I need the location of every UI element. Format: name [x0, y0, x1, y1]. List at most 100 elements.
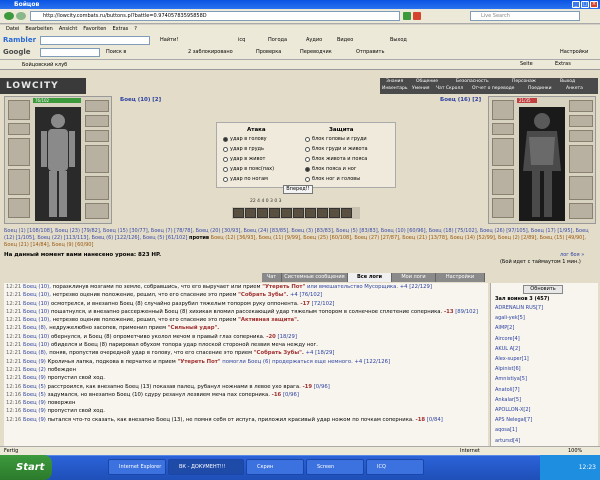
log-b[interactable]: Боец (2) — [23, 367, 46, 373]
naiti-button[interactable]: Найти! — [160, 37, 178, 43]
tab-all-logs[interactable]: Все логи — [348, 273, 392, 282]
user-list-item[interactable]: Alex-super[1] — [495, 356, 529, 362]
user-list-item[interactable]: aqosa[1] — [495, 427, 517, 433]
icq-button[interactable]: icq — [238, 37, 245, 43]
start-button[interactable]: Start — [0, 455, 52, 480]
video-button[interactable]: Видео — [337, 37, 353, 43]
tab-bojcovskij-klub[interactable]: Бойцовский клуб — [22, 62, 67, 68]
log-b[interactable]: Боец (10) — [23, 301, 49, 307]
log-b[interactable]: Боец (10), — [23, 284, 51, 290]
task-icq[interactable]: ICQ — [366, 459, 424, 475]
log-b[interactable]: Боец (10) — [23, 342, 49, 348]
trick-2-icon[interactable] — [245, 208, 256, 218]
defense-option-chest-belly[interactable]: блок груди и живота — [305, 146, 368, 152]
user-list-item[interactable]: Ankalar[5] — [495, 397, 521, 403]
ring-slot-1[interactable] — [85, 100, 109, 112]
player-left-name[interactable]: Боец (10) [2] — [120, 97, 161, 103]
check-button[interactable]: Проверка — [256, 49, 281, 55]
player-right-name[interactable]: Боец (16) [2] — [440, 97, 481, 103]
weapon-slot[interactable] — [8, 138, 30, 166]
battle-log-link[interactable]: лог боя » — [560, 252, 584, 258]
trick-7-icon[interactable] — [305, 208, 316, 218]
nav-umeniya[interactable]: Умения — [412, 86, 429, 91]
weapon-slot[interactable] — [492, 138, 514, 166]
settings-button[interactable]: Настройки — [560, 49, 588, 55]
nav-obshchenie[interactable]: Общение — [416, 79, 438, 84]
log-b[interactable]: Боец (9) — [23, 417, 46, 423]
address-input[interactable]: http://lowcity.combats.ru/buttons.pl?bat… — [30, 11, 400, 21]
ring-slot-1[interactable] — [569, 100, 593, 112]
trick-5-icon[interactable] — [281, 208, 292, 218]
nav-anketa[interactable]: Анкета — [566, 86, 583, 91]
attack-option-belly[interactable]: удар в живот — [223, 156, 265, 162]
defense-option-legs-head[interactable]: блок ног и головы — [305, 176, 360, 182]
user-list-item[interactable]: Anatoli[7] — [495, 387, 520, 393]
log-b[interactable]: Боец (8), — [23, 325, 48, 331]
tab-system[interactable]: Системные сообщения — [282, 273, 348, 282]
refresh-button[interactable]: Обновить — [523, 285, 563, 294]
amulet-slot[interactable] — [8, 123, 30, 135]
trick-3-icon[interactable] — [257, 208, 268, 218]
nav-otchet[interactable]: Отчет о переводе — [472, 86, 514, 91]
log-b[interactable]: Боец (9) — [23, 408, 46, 414]
log-b[interactable]: Боец (9) — [23, 359, 46, 365]
user-list-item[interactable]: ADRENALIN RUS[7] — [495, 305, 543, 311]
log-b[interactable]: Боец (10), — [23, 317, 51, 323]
menu-item-bearbeiten[interactable]: Bearbeiten — [25, 25, 52, 34]
pants-slot[interactable] — [85, 176, 109, 200]
boots-slot[interactable] — [569, 203, 593, 219]
log-b[interactable]: Боец (10) — [23, 334, 49, 340]
google-search-input[interactable] — [40, 48, 100, 57]
user-list-item[interactable]: APOLLON-X[2] — [495, 407, 531, 413]
menu-item-favoriten[interactable]: Favoriten — [83, 25, 106, 34]
maximize-button[interactable]: □ — [581, 1, 589, 8]
defense-option-belly-belt[interactable]: блок живота и пояса — [305, 156, 367, 162]
helmet-slot[interactable] — [492, 100, 514, 120]
nav-bezopasnost[interactable]: Безопасность — [456, 79, 489, 84]
send-button[interactable]: Отправить — [356, 49, 384, 55]
tab-settings[interactable]: Настройки — [436, 273, 485, 282]
user-list-item[interactable]: AIMP[2] — [495, 325, 514, 331]
trick-10-icon[interactable] — [341, 208, 352, 218]
blocked-popups[interactable]: 2 заблокировано — [188, 49, 233, 55]
nav-poedinki[interactable]: Поединки — [528, 86, 552, 91]
trick-1-icon[interactable] — [233, 208, 244, 218]
task-skrin[interactable]: Скрин — [246, 459, 304, 475]
log-b[interactable]: Боец (9) — [23, 400, 46, 406]
translator-button[interactable]: Переводчик — [300, 49, 332, 55]
back-icon[interactable] — [4, 12, 14, 20]
trick-6-icon[interactable] — [293, 208, 304, 218]
menu-item-ansicht[interactable]: Ansicht — [59, 25, 77, 34]
trick-9-icon[interactable] — [329, 208, 340, 218]
user-list-item[interactable]: agali-yek[5] — [495, 315, 525, 321]
trick-4-icon[interactable] — [269, 208, 280, 218]
boots-slot[interactable] — [85, 203, 109, 219]
log-b[interactable]: Боец (10) — [23, 309, 49, 315]
belt-slot[interactable] — [8, 198, 30, 218]
live-search-input[interactable]: Live Search — [470, 11, 580, 21]
user-list-item[interactable]: Alpinist[6] — [495, 366, 521, 372]
attack-option-groin[interactable]: удар в пояс(пах) — [223, 166, 274, 172]
log-b[interactable]: Боец (10), — [23, 292, 51, 298]
log-b[interactable]: Боец (9) — [23, 375, 46, 381]
user-list-item[interactable]: artursd[4] — [495, 438, 520, 444]
attack-submit-button[interactable]: Вперед!! — [283, 185, 313, 194]
armor-slot[interactable] — [8, 169, 30, 195]
gloves-slot[interactable] — [85, 145, 109, 173]
helmet-slot[interactable] — [8, 100, 30, 120]
user-list-item[interactable]: APS Nelegal[7] — [495, 417, 532, 423]
forward-icon[interactable] — [16, 12, 26, 20]
tab-chat[interactable]: Чат — [262, 273, 282, 282]
belt-slot[interactable] — [492, 198, 514, 218]
attack-option-head[interactable]: удар в голову — [223, 136, 267, 142]
attack-option-legs[interactable]: удар по ногам — [223, 176, 268, 182]
user-list-item[interactable]: Aircore[4] — [495, 336, 520, 342]
defense-option-belt-legs[interactable]: блок пояса и ног — [305, 166, 356, 172]
nav-znaniya[interactable]: Знания — [386, 79, 403, 84]
trick-8-icon[interactable] — [317, 208, 328, 218]
user-list-item[interactable]: Amnistiya[5] — [495, 376, 527, 382]
nav-chat-scroll[interactable]: Чат Скролл — [436, 86, 463, 91]
tab-my-logs[interactable]: Мои логи — [392, 273, 436, 282]
extras-menu[interactable]: Extras — [555, 61, 571, 67]
pants-slot[interactable] — [569, 176, 593, 200]
